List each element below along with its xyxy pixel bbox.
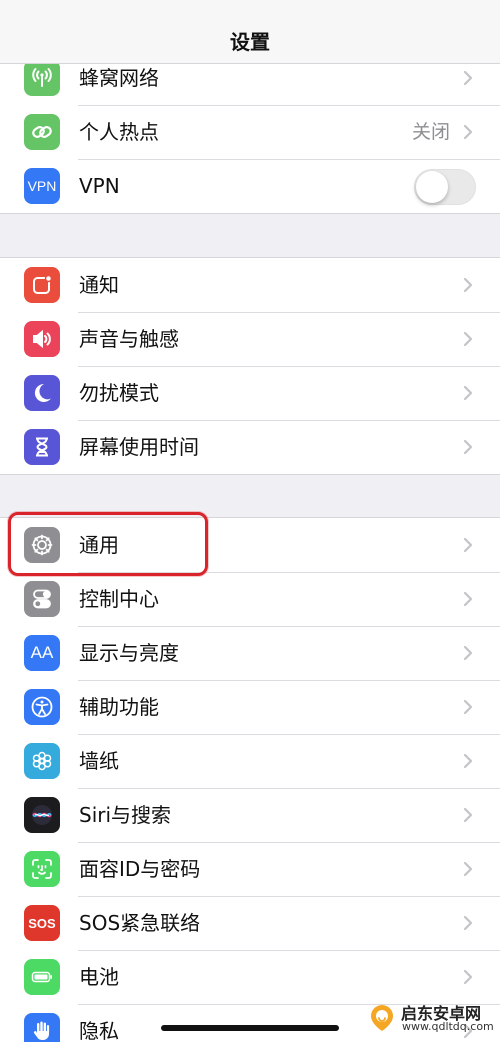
chevron-right-icon xyxy=(462,385,474,401)
settings-row-label: 屏幕使用时间 xyxy=(79,435,199,459)
settings-row-label: 个人热点 xyxy=(79,120,159,144)
settings-row-battery[interactable]: 电池 xyxy=(0,950,500,1004)
chevron-right-icon xyxy=(462,331,474,347)
settings-row-siri[interactable]: Siri与搜索 xyxy=(0,788,500,842)
vpn-icon: VPN xyxy=(24,168,60,204)
sos-icon: SOS xyxy=(24,905,60,941)
site-watermark: 启东安卓网 www.qdltdq.com xyxy=(366,998,498,1038)
settings-row-label: 辅助功能 xyxy=(79,695,159,719)
settings-row-do-not-disturb[interactable]: 勿扰模式 xyxy=(0,366,500,420)
settings-group-general: 通用 控制中心 AA 显示与亮度 辅助功能 墙纸 Siri与搜索 面容ID与密码… xyxy=(0,517,500,1042)
settings-row-label: 控制中心 xyxy=(79,587,159,611)
toggle-knob xyxy=(416,171,448,203)
speaker-icon xyxy=(24,321,60,357)
sos-icon-text: SOS xyxy=(28,915,56,931)
settings-row-label: 通用 xyxy=(79,533,119,557)
chevron-right-icon xyxy=(462,70,474,86)
settings-row-display[interactable]: AA 显示与亮度 xyxy=(0,626,500,680)
navigation-bar: 设置 xyxy=(0,0,500,64)
chevron-right-icon xyxy=(462,537,474,553)
flower-icon xyxy=(24,743,60,779)
moon-icon xyxy=(24,375,60,411)
vpn-icon-text: VPN xyxy=(27,178,57,194)
settings-row-label: 面容ID与密码 xyxy=(79,857,201,881)
chevron-right-icon xyxy=(462,439,474,455)
battery-icon xyxy=(24,959,60,995)
settings-row-wallpaper[interactable]: 墙纸 xyxy=(0,734,500,788)
settings-row-label: 显示与亮度 xyxy=(79,641,179,665)
notification-icon xyxy=(24,267,60,303)
settings-row-hotspot[interactable]: 个人热点 关闭 xyxy=(0,105,500,159)
settings-group-notifications: 通知 声音与触感 勿扰模式 屏幕使用时间 xyxy=(0,257,500,475)
settings-row-general[interactable]: 通用 xyxy=(0,518,500,572)
chevron-right-icon xyxy=(462,969,474,985)
home-indicator[interactable] xyxy=(161,1025,339,1031)
settings-row-label: 墙纸 xyxy=(79,749,119,773)
chevron-right-icon xyxy=(462,277,474,293)
settings-row-control-center[interactable]: 控制中心 xyxy=(0,572,500,626)
settings-row-label: SOS紧急联络 xyxy=(79,911,201,935)
settings-row-label: 通知 xyxy=(79,273,119,297)
chevron-right-icon xyxy=(462,753,474,769)
hourglass-icon xyxy=(24,429,60,465)
hand-icon xyxy=(24,1013,60,1042)
settings-row-screen-time[interactable]: 屏幕使用时间 xyxy=(0,420,500,474)
text-size-icon-text: AA xyxy=(30,643,54,662)
settings-row-label: VPN xyxy=(79,174,120,198)
watermark-url: www.qdltdq.com xyxy=(402,1020,494,1033)
settings-row-sounds[interactable]: 声音与触感 xyxy=(0,312,500,366)
gear-icon xyxy=(24,527,60,563)
chevron-right-icon xyxy=(462,591,474,607)
chevron-right-icon xyxy=(462,699,474,715)
accessibility-icon xyxy=(24,689,60,725)
face-id-icon xyxy=(24,851,60,887)
vpn-toggle[interactable] xyxy=(414,169,476,205)
settings-row-label: 勿扰模式 xyxy=(79,381,159,405)
link-icon xyxy=(24,114,60,150)
chevron-right-icon xyxy=(462,861,474,877)
settings-row-label: 隐私 xyxy=(79,1019,119,1042)
page-title: 设置 xyxy=(230,30,270,54)
settings-row-label: 电池 xyxy=(79,965,119,989)
settings-row-vpn: VPN VPN xyxy=(0,159,500,213)
chevron-right-icon xyxy=(462,645,474,661)
text-size-icon: AA xyxy=(24,635,60,671)
settings-row-label: 声音与触感 xyxy=(79,327,179,351)
antenna-icon xyxy=(24,60,60,96)
settings-row-accessibility[interactable]: 辅助功能 xyxy=(0,680,500,734)
settings-row-face-id[interactable]: 面容ID与密码 xyxy=(0,842,500,896)
hotspot-status-value: 关闭 xyxy=(411,121,450,143)
settings-row-label: Siri与搜索 xyxy=(79,803,172,827)
settings-row-emergency-sos[interactable]: SOS SOS紧急联络 xyxy=(0,896,500,950)
switches-icon xyxy=(24,581,60,617)
chevron-right-icon xyxy=(462,124,474,140)
settings-row-notifications[interactable]: 通知 xyxy=(0,258,500,312)
chevron-right-icon xyxy=(462,915,474,931)
watermark-logo-icon xyxy=(371,1005,393,1031)
siri-icon xyxy=(24,797,60,833)
chevron-right-icon xyxy=(462,807,474,823)
settings-group-connectivity: 蜂窝网络 个人热点 关闭 VPN VPN xyxy=(0,51,500,214)
